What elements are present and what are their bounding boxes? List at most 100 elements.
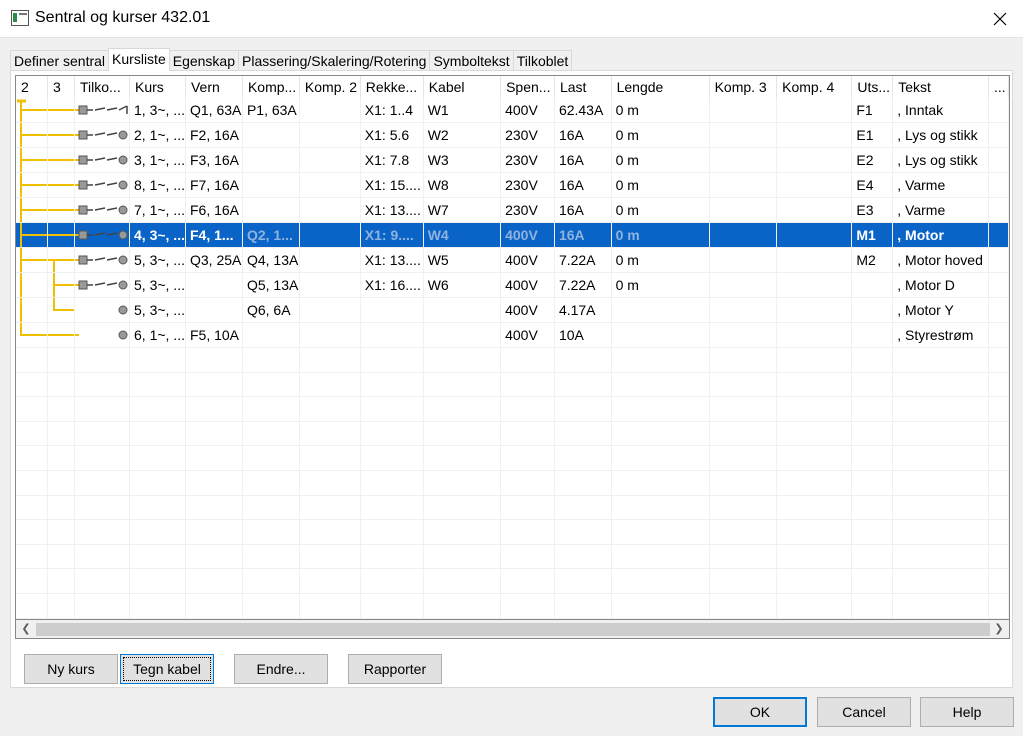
empty-cell bbox=[988, 445, 1009, 472]
tree-cell bbox=[16, 247, 48, 274]
empty-cell bbox=[554, 495, 612, 521]
col-header-kabel[interactable]: Kabel bbox=[423, 76, 502, 98]
empty-cell bbox=[988, 568, 1009, 595]
table-row[interactable]: 4, 3~, ... F4, 1... Q2, 1... X1: 9.... W4 400… bbox=[16, 222, 1009, 249]
empty-cell bbox=[776, 445, 853, 472]
cell-spen: 230V bbox=[500, 147, 555, 174]
empty-cell bbox=[185, 593, 243, 619]
cell-komp: P1, 63A bbox=[242, 98, 300, 124]
col-header-komp3[interactable]: Komp. 3 bbox=[709, 76, 778, 98]
cell-komp4 bbox=[776, 222, 853, 249]
empty-cell bbox=[892, 544, 990, 570]
empty-cell bbox=[500, 519, 555, 545]
tree-line-icon bbox=[48, 109, 74, 112]
table-row[interactable]: 5, 3~, ... Q3, 25A Q4, 13A X1: 13.... W5 400V… bbox=[16, 247, 1009, 274]
table-row[interactable]: 6, 1~, ... F5, 10A 400V 10A , Styrestrøm bbox=[16, 322, 1009, 349]
empty-cell bbox=[242, 593, 300, 619]
col-header-tilkoblet[interactable]: Tilko... bbox=[74, 76, 130, 98]
ok-button[interactable]: OK bbox=[713, 697, 807, 727]
kurs-list[interactable]: 2 3 Tilko... Kurs Vern Komp... Komp. 2 R… bbox=[15, 75, 1010, 620]
empty-cell bbox=[74, 544, 130, 570]
empty-row bbox=[16, 347, 1009, 373]
empty-cell bbox=[74, 396, 130, 422]
empty-cell bbox=[776, 372, 853, 398]
col-header-komp2[interactable]: Komp. 2 bbox=[299, 76, 361, 98]
empty-cell bbox=[851, 495, 894, 521]
close-button[interactable] bbox=[977, 0, 1023, 38]
new-kurs-button[interactable]: Ny kurs bbox=[24, 654, 118, 684]
connection-icon bbox=[75, 155, 128, 165]
empty-cell bbox=[129, 372, 186, 398]
chevron-right-icon[interactable]: ❯ bbox=[991, 621, 1007, 637]
table-row[interactable]: 5, 3~, ... Q6, 6A 400V 4.17A , Motor Y bbox=[16, 297, 1009, 324]
cell-vern bbox=[185, 272, 243, 299]
empty-cell bbox=[611, 544, 710, 570]
cell-komp4 bbox=[776, 247, 853, 274]
empty-cell bbox=[360, 495, 424, 521]
cell-komp3 bbox=[709, 122, 778, 149]
empty-cell bbox=[299, 519, 361, 545]
tab-plassering[interactable]: Plassering/Skalering/Rotering bbox=[238, 50, 431, 71]
cell-komp2 bbox=[299, 197, 361, 224]
scrollbar-thumb[interactable] bbox=[36, 623, 990, 636]
table-row[interactable]: 1, 3~, ... Q1, 63A P1, 63A X1: 1..4 W1 400V 62… bbox=[16, 98, 1009, 124]
help-button[interactable]: Help bbox=[920, 697, 1014, 727]
tab-symboltekst[interactable]: Symboltekst bbox=[429, 50, 514, 71]
col-header-spenning[interactable]: Spen... bbox=[500, 76, 555, 98]
cell-kurs: 3, 1~, ... bbox=[129, 147, 186, 174]
empty-cell bbox=[851, 593, 894, 619]
col-header-komp[interactable]: Komp... bbox=[242, 76, 300, 98]
empty-cell bbox=[709, 495, 778, 521]
col-header-3[interactable]: 3 bbox=[47, 76, 75, 98]
col-header-vern[interactable]: Vern bbox=[185, 76, 243, 98]
horizontal-scrollbar[interactable]: ❮ ❯ bbox=[15, 620, 1010, 639]
empty-cell bbox=[500, 445, 555, 472]
empty-cell bbox=[500, 544, 555, 570]
tab-definer-sentral[interactable]: Definer sentral bbox=[10, 50, 110, 71]
cell-tekst: , Motor hoved bbox=[892, 247, 990, 274]
table-row[interactable]: 2, 1~, ... F2, 16A X1: 5.6 W2 230V 16A 0 m E1, … bbox=[16, 122, 1009, 149]
empty-cell bbox=[851, 544, 894, 570]
cell-komp4 bbox=[776, 122, 853, 149]
empty-cell bbox=[500, 470, 555, 496]
col-header-2[interactable]: 2 bbox=[16, 76, 48, 98]
empty-cell bbox=[611, 347, 710, 373]
empty-cell bbox=[611, 568, 710, 595]
tab-kursliste[interactable]: Kursliste bbox=[108, 48, 170, 71]
empty-cell bbox=[988, 421, 1009, 447]
col-header-tekst[interactable]: Tekst bbox=[892, 76, 990, 98]
connection-cell bbox=[74, 98, 130, 124]
empty-cell bbox=[611, 519, 710, 545]
empty-cell bbox=[709, 445, 778, 472]
col-header-last[interactable]: Last bbox=[554, 76, 612, 98]
cell-rekke: X1: 13.... bbox=[360, 197, 424, 224]
report-button[interactable]: Rapporter bbox=[348, 654, 442, 684]
tab-tilkoblet[interactable]: Tilkoblet bbox=[512, 50, 573, 71]
col-header-rekke[interactable]: Rekke... bbox=[360, 76, 424, 98]
col-header-lengde[interactable]: Lengde bbox=[611, 76, 710, 98]
cell-tekst: , Varme bbox=[892, 197, 990, 224]
table-row[interactable]: 7, 1~, ... F6, 16A X1: 13.... W7 230V 16A 0 m E… bbox=[16, 197, 1009, 224]
table-row[interactable]: 8, 1~, ... F7, 16A X1: 15.... W8 230V 16A 0 m E… bbox=[16, 172, 1009, 199]
cancel-button[interactable]: Cancel bbox=[817, 697, 911, 727]
col-header-uts[interactable]: Uts... bbox=[851, 76, 894, 98]
col-header-more[interactable]: ... bbox=[988, 76, 1009, 98]
cell-komp2 bbox=[299, 297, 361, 324]
connection-icon bbox=[75, 230, 128, 240]
cell-komp4 bbox=[776, 322, 853, 349]
cell-uts: E3 bbox=[851, 197, 894, 224]
chevron-left-icon[interactable]: ❮ bbox=[18, 621, 34, 637]
table-row[interactable]: 5, 3~, ... Q5, 13A X1: 16.... W6 400V 7.22A 0 … bbox=[16, 272, 1009, 299]
cell-spen: 230V bbox=[500, 122, 555, 149]
col-header-komp4[interactable]: Komp. 4 bbox=[776, 76, 853, 98]
draw-cable-button[interactable]: Tegn kabel bbox=[120, 654, 214, 684]
empty-cell bbox=[74, 470, 130, 496]
cell-kurs: 5, 3~, ... bbox=[129, 297, 186, 324]
tab-egenskap[interactable]: Egenskap bbox=[168, 50, 240, 71]
edit-button[interactable]: Endre... bbox=[234, 654, 328, 684]
col-header-kurs[interactable]: Kurs bbox=[129, 76, 186, 98]
empty-cell bbox=[299, 568, 361, 595]
table-row[interactable]: 3, 1~, ... F3, 16A X1: 7.8 W3 230V 16A 0 m E2, … bbox=[16, 147, 1009, 174]
empty-cell bbox=[423, 568, 502, 595]
cell-last: 16A bbox=[554, 222, 612, 249]
